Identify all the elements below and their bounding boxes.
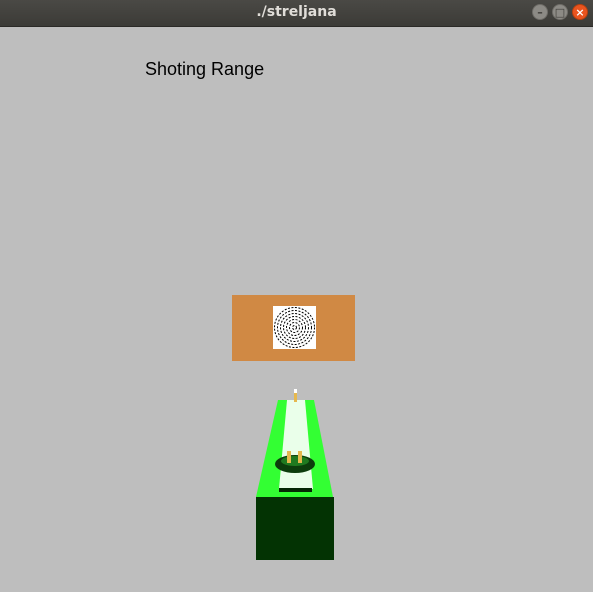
minimize-button[interactable]: – xyxy=(532,4,548,20)
window-title: ./streljana xyxy=(256,4,337,20)
game-canvas[interactable]: Shoting Range xyxy=(0,27,593,592)
gun-base-highlight xyxy=(281,456,309,466)
gun-stand xyxy=(279,488,312,492)
close-button[interactable]: × xyxy=(572,4,588,20)
bullet-trail xyxy=(294,393,297,402)
target-face xyxy=(273,306,316,349)
game-scene xyxy=(232,295,355,560)
minimize-icon: – xyxy=(537,5,543,19)
lane-front xyxy=(256,497,334,560)
window-titlebar[interactable]: ./streljana – □ × xyxy=(0,0,593,27)
gun-barrel-left xyxy=(287,451,291,463)
close-icon: × xyxy=(575,5,585,19)
gun-barrel-right xyxy=(298,451,302,463)
maximize-icon: □ xyxy=(554,5,566,19)
maximize-button[interactable]: □ xyxy=(552,4,568,20)
bullet xyxy=(294,389,297,393)
